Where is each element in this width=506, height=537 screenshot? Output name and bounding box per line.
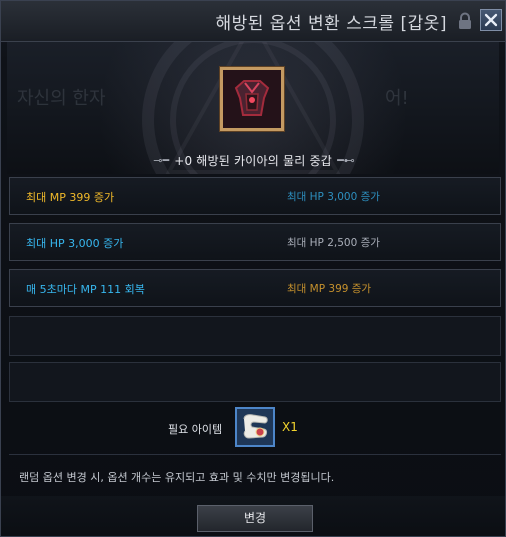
- required-item-label: 필요 아이템: [168, 423, 223, 436]
- dark-armor-chestpiece-icon: [223, 70, 281, 128]
- preview-option-text: 최대 HP 3,000 증가: [287, 191, 380, 203]
- empty-option-slot: [9, 316, 501, 356]
- required-item-quantity: X1: [282, 420, 298, 434]
- left-ornament-icon: ⊸━: [153, 154, 170, 167]
- preview-option-text: 최대 MP 399 증가: [287, 283, 372, 295]
- item-slot[interactable]: [220, 67, 284, 131]
- option-change-window: 해방된 옵션 변환 스크롤 [갑옷] 자신의 한자 어! ⊸━ +0 해방된 카…: [0, 0, 506, 537]
- lock-icon[interactable]: [456, 12, 474, 30]
- option-row[interactable]: 최대 MP 399 증가 최대 HP 3,000 증가: [9, 177, 501, 215]
- option-row[interactable]: 최대 HP 3,000 증가 최대 HP 2,500 증가: [9, 223, 501, 261]
- titlebar[interactable]: 해방된 옵션 변환 스크롤 [갑옷]: [1, 1, 505, 42]
- close-button[interactable]: [480, 9, 502, 31]
- empty-option-slot: [9, 362, 501, 402]
- current-option-text: 매 5초마다 MP 111 회복: [26, 283, 145, 296]
- divider: [9, 454, 501, 455]
- required-item-slot[interactable]: [235, 407, 275, 447]
- notice-text: 랜덤 옵션 변경 시, 옵션 개수는 유지되고 효과 및 수치만 변경됩니다.: [19, 471, 335, 484]
- current-option-text: 최대 MP 399 증가: [26, 191, 115, 204]
- option-row[interactable]: 매 5초마다 MP 111 회복 최대 MP 399 증가: [9, 269, 501, 307]
- item-name-row: ⊸━ +0 해방된 카이아의 물리 중갑 ━⊷: [1, 150, 506, 169]
- option-scroll-icon: [237, 409, 273, 445]
- window-title: 해방된 옵션 변환 스크롤 [갑옷]: [215, 14, 447, 34]
- right-ornament-icon: ━⊷: [337, 154, 355, 167]
- current-option-text: 최대 HP 3,000 증가: [26, 237, 124, 250]
- close-icon: [484, 13, 498, 27]
- preview-option-text: 최대 HP 2,500 증가: [287, 237, 380, 249]
- change-button[interactable]: 변경: [197, 505, 313, 532]
- item-name: +0 해방된 카이아의 물리 중갑: [174, 154, 332, 168]
